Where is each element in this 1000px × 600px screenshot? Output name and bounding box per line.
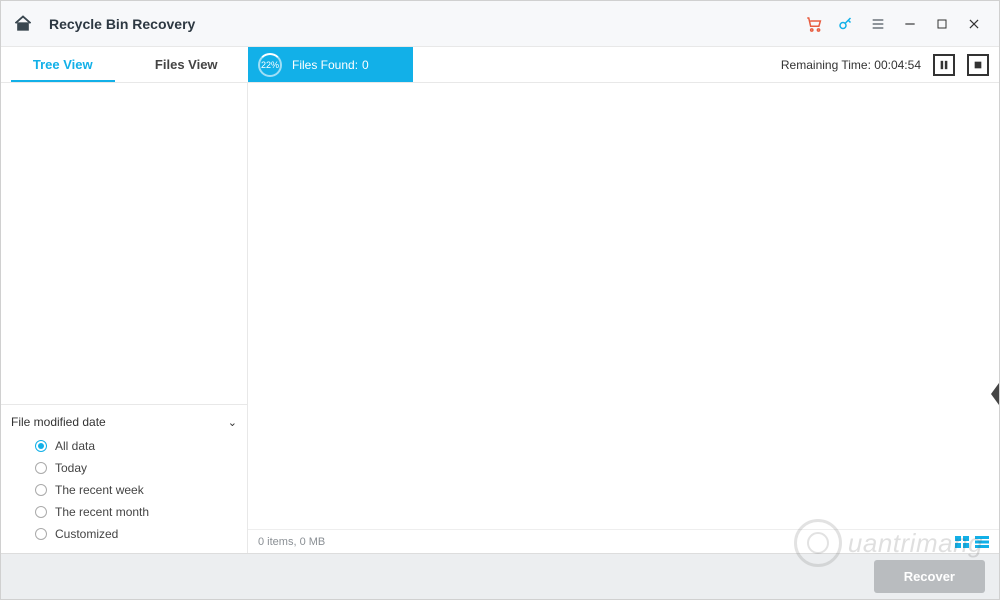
title-bar: Recycle Bin Recovery (1, 1, 999, 47)
view-tabs: Tree View Files View (1, 47, 248, 82)
radio-icon (35, 440, 47, 452)
filter-option-recent-month[interactable]: The recent month (11, 501, 237, 523)
filter-option-all-data[interactable]: All data (11, 435, 237, 457)
scan-right-info: Remaining Time: 00:04:54 (413, 47, 999, 82)
page-title: Recycle Bin Recovery (49, 16, 195, 32)
filter-header[interactable]: File modified date ⌄ (11, 411, 237, 435)
scan-progress-bar: 22% Files Found: 0 (248, 47, 413, 82)
maximize-icon (936, 18, 948, 30)
remaining-time: Remaining Time: 00:04:54 (781, 58, 921, 72)
files-found-value: 0 (362, 58, 369, 72)
minimize-button[interactable] (895, 9, 925, 39)
key-icon (837, 15, 855, 33)
tree-area (1, 83, 247, 404)
remaining-time-value: 00:04:54 (874, 58, 921, 72)
close-icon (967, 17, 981, 31)
radio-icon (35, 484, 47, 496)
progress-circle: 22% (258, 53, 282, 77)
status-bar: 0 items, 0 MB (248, 529, 999, 553)
pause-icon (939, 60, 949, 70)
menu-icon (870, 16, 886, 32)
recover-button[interactable]: Recover (874, 560, 985, 593)
sub-bar: Tree View Files View 22% Files Found: 0 … (1, 47, 999, 83)
remaining-time-label: Remaining Time: (781, 58, 871, 72)
progress-percent: 22% (261, 60, 279, 70)
filter-option-recent-week[interactable]: The recent week (11, 479, 237, 501)
body: File modified date ⌄ All data Today The … (1, 83, 999, 553)
view-grid-button[interactable] (955, 536, 969, 548)
maximize-button[interactable] (927, 9, 957, 39)
files-found-label: Files Found: (292, 58, 358, 72)
menu-button[interactable] (863, 9, 893, 39)
close-button[interactable] (959, 9, 989, 39)
minimize-icon (903, 17, 917, 31)
status-summary: 0 items, 0 MB (258, 536, 325, 548)
filter-option-customized[interactable]: Customized (11, 523, 237, 545)
filter-section-label: File modified date (11, 415, 106, 429)
radio-icon (35, 528, 47, 540)
stop-icon (973, 60, 983, 70)
stop-button[interactable] (967, 54, 989, 76)
grid-icon (955, 536, 969, 548)
filter-option-label: Customized (55, 527, 118, 541)
radio-icon (35, 462, 47, 474)
filter-option-label: The recent week (55, 483, 144, 497)
radio-icon (35, 506, 47, 518)
key-button[interactable] (831, 9, 861, 39)
filter-option-label: Today (55, 461, 87, 475)
tab-tree-view[interactable]: Tree View (1, 47, 125, 82)
tab-files-label: Files View (155, 57, 218, 72)
file-list-empty (248, 83, 999, 529)
cart-icon (805, 15, 823, 33)
filter-option-today[interactable]: Today (11, 457, 237, 479)
recover-button-label: Recover (904, 569, 955, 584)
filter-option-label: The recent month (55, 505, 149, 519)
view-list-button[interactable] (975, 536, 989, 548)
main-panel: 0 items, 0 MB (248, 83, 999, 553)
footer: Recover (1, 553, 999, 599)
app-window: Recycle Bin Recovery Tree View Files Vie… (0, 0, 1000, 600)
pause-button[interactable] (933, 54, 955, 76)
filter-option-label: All data (55, 439, 95, 453)
sidebar: File modified date ⌄ All data Today The … (1, 83, 248, 553)
tab-tree-label: Tree View (33, 57, 93, 72)
tab-files-view[interactable]: Files View (125, 47, 249, 82)
home-button[interactable] (11, 12, 35, 36)
chevron-down-icon: ⌄ (228, 416, 237, 429)
home-icon (13, 14, 33, 34)
filter-section: File modified date ⌄ All data Today The … (1, 404, 247, 553)
cart-button[interactable] (799, 9, 829, 39)
list-icon (975, 536, 989, 548)
